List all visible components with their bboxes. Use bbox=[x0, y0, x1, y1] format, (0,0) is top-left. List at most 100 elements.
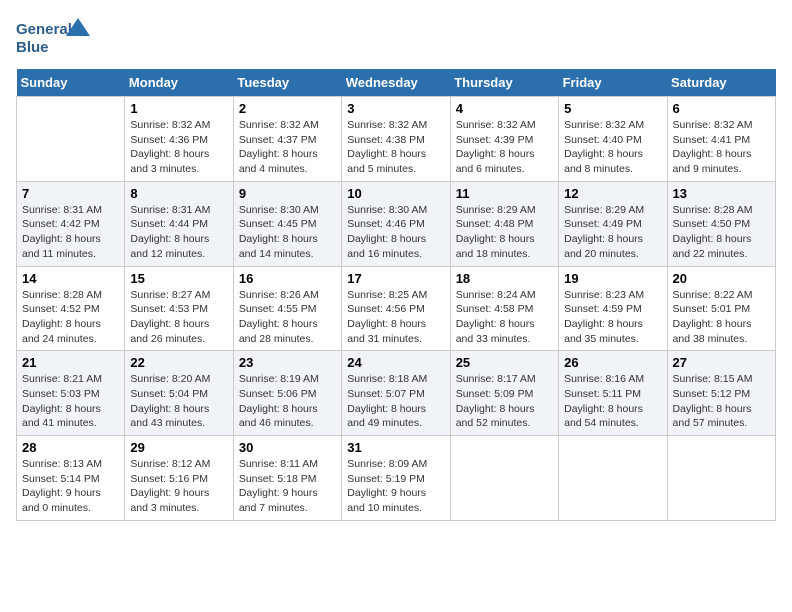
calendar-cell: 20 Sunrise: 8:22 AM Sunset: 5:01 PM Dayli… bbox=[667, 266, 775, 351]
day-info: Sunrise: 8:26 AM Sunset: 4:55 PM Dayligh… bbox=[239, 288, 336, 347]
calendar-cell: 28 Sunrise: 8:13 AM Sunset: 5:14 PM Dayli… bbox=[17, 436, 125, 521]
calendar-cell bbox=[667, 436, 775, 521]
day-info: Sunrise: 8:18 AM Sunset: 5:07 PM Dayligh… bbox=[347, 372, 444, 431]
col-header-sunday: Sunday bbox=[17, 69, 125, 97]
day-number: 21 bbox=[22, 355, 119, 370]
day-number: 13 bbox=[673, 186, 770, 201]
col-header-tuesday: Tuesday bbox=[233, 69, 341, 97]
day-info: Sunrise: 8:16 AM Sunset: 5:11 PM Dayligh… bbox=[564, 372, 661, 431]
calendar-week-3: 14 Sunrise: 8:28 AM Sunset: 4:52 PM Dayli… bbox=[17, 266, 776, 351]
day-number: 23 bbox=[239, 355, 336, 370]
calendar-cell bbox=[17, 97, 125, 182]
day-number: 15 bbox=[130, 271, 227, 286]
day-info: Sunrise: 8:13 AM Sunset: 5:14 PM Dayligh… bbox=[22, 457, 119, 516]
calendar-cell: 23 Sunrise: 8:19 AM Sunset: 5:06 PM Dayli… bbox=[233, 351, 341, 436]
day-number: 26 bbox=[564, 355, 661, 370]
day-number: 6 bbox=[673, 101, 770, 116]
day-info: Sunrise: 8:19 AM Sunset: 5:06 PM Dayligh… bbox=[239, 372, 336, 431]
calendar-cell: 14 Sunrise: 8:28 AM Sunset: 4:52 PM Dayli… bbox=[17, 266, 125, 351]
calendar-cell: 15 Sunrise: 8:27 AM Sunset: 4:53 PM Dayli… bbox=[125, 266, 233, 351]
day-number: 1 bbox=[130, 101, 227, 116]
calendar-cell: 29Sunrise: 8:12 AM Sunset: 5:16 PM Dayli… bbox=[125, 436, 233, 521]
day-info: Sunrise: 8:28 AM Sunset: 4:50 PM Dayligh… bbox=[673, 203, 770, 262]
day-number: 7 bbox=[22, 186, 119, 201]
calendar-cell: 6 Sunrise: 8:32 AM Sunset: 4:41 PM Daylig… bbox=[667, 97, 775, 182]
day-info: Sunrise: 8:23 AM Sunset: 4:59 PM Dayligh… bbox=[564, 288, 661, 347]
day-info: Sunrise: 8:29 AM Sunset: 4:49 PM Dayligh… bbox=[564, 203, 661, 262]
calendar-cell: 4 Sunrise: 8:32 AM Sunset: 4:39 PM Daylig… bbox=[450, 97, 558, 182]
calendar-week-2: 7Sunrise: 8:31 AM Sunset: 4:42 PM Daylig… bbox=[17, 181, 776, 266]
day-info: Sunrise: 8:32 AM Sunset: 4:39 PM Dayligh… bbox=[456, 118, 553, 177]
calendar-cell bbox=[450, 436, 558, 521]
day-number: 28 bbox=[22, 440, 119, 455]
day-number: 30 bbox=[239, 440, 336, 455]
calendar-cell: 27 Sunrise: 8:15 AM Sunset: 5:12 PM Dayli… bbox=[667, 351, 775, 436]
col-header-friday: Friday bbox=[559, 69, 667, 97]
day-number: 4 bbox=[456, 101, 553, 116]
calendar-cell: 3Sunrise: 8:32 AM Sunset: 4:38 PM Daylig… bbox=[342, 97, 450, 182]
day-number: 9 bbox=[239, 186, 336, 201]
calendar-cell: 22 Sunrise: 8:20 AM Sunset: 5:04 PM Dayli… bbox=[125, 351, 233, 436]
svg-text:General: General bbox=[16, 21, 72, 38]
day-number: 22 bbox=[130, 355, 227, 370]
calendar-cell: 17 Sunrise: 8:25 AM Sunset: 4:56 PM Dayli… bbox=[342, 266, 450, 351]
day-info: Sunrise: 8:15 AM Sunset: 5:12 PM Dayligh… bbox=[673, 372, 770, 431]
day-number: 11 bbox=[456, 186, 553, 201]
day-number: 19 bbox=[564, 271, 661, 286]
calendar-cell: 31Sunrise: 8:09 AM Sunset: 5:19 PM Dayli… bbox=[342, 436, 450, 521]
day-number: 16 bbox=[239, 271, 336, 286]
calendar-cell: 30 Sunrise: 8:11 AM Sunset: 5:18 PM Dayli… bbox=[233, 436, 341, 521]
col-header-wednesday: Wednesday bbox=[342, 69, 450, 97]
day-number: 31 bbox=[347, 440, 444, 455]
page-header: General Blue bbox=[16, 16, 776, 61]
day-number: 2 bbox=[239, 101, 336, 116]
day-info: Sunrise: 8:11 AM Sunset: 5:18 PM Dayligh… bbox=[239, 457, 336, 516]
day-info: Sunrise: 8:22 AM Sunset: 5:01 PM Dayligh… bbox=[673, 288, 770, 347]
calendar-cell: 26 Sunrise: 8:16 AM Sunset: 5:11 PM Dayli… bbox=[559, 351, 667, 436]
day-info: Sunrise: 8:27 AM Sunset: 4:53 PM Dayligh… bbox=[130, 288, 227, 347]
col-header-saturday: Saturday bbox=[667, 69, 775, 97]
day-number: 18 bbox=[456, 271, 553, 286]
calendar-header-row: SundayMondayTuesdayWednesdayThursdayFrid… bbox=[17, 69, 776, 97]
calendar-cell: 13 Sunrise: 8:28 AM Sunset: 4:50 PM Dayli… bbox=[667, 181, 775, 266]
day-number: 14 bbox=[22, 271, 119, 286]
col-header-monday: Monday bbox=[125, 69, 233, 97]
calendar-cell: 1 Sunrise: 8:32 AM Sunset: 4:36 PM Daylig… bbox=[125, 97, 233, 182]
day-info: Sunrise: 8:28 AM Sunset: 4:52 PM Dayligh… bbox=[22, 288, 119, 347]
day-info: Sunrise: 8:32 AM Sunset: 4:37 PM Dayligh… bbox=[239, 118, 336, 177]
day-number: 17 bbox=[347, 271, 444, 286]
day-number: 27 bbox=[673, 355, 770, 370]
day-number: 29 bbox=[130, 440, 227, 455]
logo: General Blue bbox=[16, 16, 96, 61]
calendar-cell: 9Sunrise: 8:30 AM Sunset: 4:45 PM Daylig… bbox=[233, 181, 341, 266]
day-info: Sunrise: 8:24 AM Sunset: 4:58 PM Dayligh… bbox=[456, 288, 553, 347]
calendar-cell: 5Sunrise: 8:32 AM Sunset: 4:40 PM Daylig… bbox=[559, 97, 667, 182]
calendar-table: SundayMondayTuesdayWednesdayThursdayFrid… bbox=[16, 69, 776, 521]
calendar-cell: 19 Sunrise: 8:23 AM Sunset: 4:59 PM Dayli… bbox=[559, 266, 667, 351]
col-header-thursday: Thursday bbox=[450, 69, 558, 97]
day-info: Sunrise: 8:30 AM Sunset: 4:46 PM Dayligh… bbox=[347, 203, 444, 262]
calendar-week-4: 21Sunrise: 8:21 AM Sunset: 5:03 PM Dayli… bbox=[17, 351, 776, 436]
day-number: 8 bbox=[130, 186, 227, 201]
day-number: 24 bbox=[347, 355, 444, 370]
day-number: 3 bbox=[347, 101, 444, 116]
calendar-cell: 7Sunrise: 8:31 AM Sunset: 4:42 PM Daylig… bbox=[17, 181, 125, 266]
logo-svg: General Blue bbox=[16, 16, 96, 61]
day-number: 10 bbox=[347, 186, 444, 201]
day-info: Sunrise: 8:32 AM Sunset: 4:41 PM Dayligh… bbox=[673, 118, 770, 177]
day-info: Sunrise: 8:32 AM Sunset: 4:36 PM Dayligh… bbox=[130, 118, 227, 177]
day-info: Sunrise: 8:20 AM Sunset: 5:04 PM Dayligh… bbox=[130, 372, 227, 431]
calendar-cell: 2 Sunrise: 8:32 AM Sunset: 4:37 PM Daylig… bbox=[233, 97, 341, 182]
calendar-cell: 18 Sunrise: 8:24 AM Sunset: 4:58 PM Dayli… bbox=[450, 266, 558, 351]
day-info: Sunrise: 8:25 AM Sunset: 4:56 PM Dayligh… bbox=[347, 288, 444, 347]
svg-text:Blue: Blue bbox=[16, 39, 49, 56]
calendar-cell: 10 Sunrise: 8:30 AM Sunset: 4:46 PM Dayli… bbox=[342, 181, 450, 266]
day-number: 20 bbox=[673, 271, 770, 286]
day-info: Sunrise: 8:29 AM Sunset: 4:48 PM Dayligh… bbox=[456, 203, 553, 262]
calendar-cell: 25Sunrise: 8:17 AM Sunset: 5:09 PM Dayli… bbox=[450, 351, 558, 436]
day-info: Sunrise: 8:31 AM Sunset: 4:44 PM Dayligh… bbox=[130, 203, 227, 262]
calendar-cell bbox=[559, 436, 667, 521]
day-number: 12 bbox=[564, 186, 661, 201]
calendar-week-5: 28 Sunrise: 8:13 AM Sunset: 5:14 PM Dayli… bbox=[17, 436, 776, 521]
day-number: 5 bbox=[564, 101, 661, 116]
